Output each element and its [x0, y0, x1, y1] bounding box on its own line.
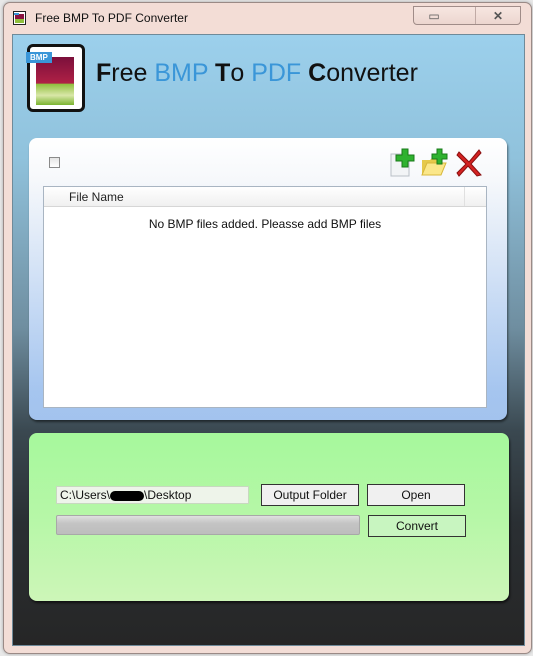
- redacted-username: [110, 490, 145, 501]
- app-window: Free BMP To PDF Converter ▭ ✕ BMP Free B…: [3, 2, 532, 654]
- app-icon: [13, 11, 26, 25]
- output-path-suffix: \Desktop: [144, 488, 192, 502]
- heading-t: T: [215, 59, 231, 87]
- conversion-panel: C:\Users\ \Desktop Output Folder Open Con…: [29, 433, 509, 601]
- heading-o: o: [230, 59, 252, 87]
- app-heading: Free BMP To PDF Converter: [96, 59, 418, 88]
- client-area: BMP Free BMP To PDF Converter File Name: [12, 34, 525, 646]
- heading-onverter: onverter: [326, 59, 418, 87]
- title-bar[interactable]: Free BMP To PDF Converter ▭ ✕: [4, 3, 531, 33]
- grid-header: File Name: [44, 187, 486, 207]
- bmp-logo: BMP: [26, 44, 85, 112]
- window-controls: ▭ ✕: [413, 6, 521, 25]
- delete-icon[interactable]: [454, 148, 484, 178]
- output-path-prefix: C:\Users\: [60, 488, 111, 502]
- heading-bmp: BMP: [154, 59, 216, 87]
- heading-pdf: PDF: [251, 59, 309, 87]
- close-button[interactable]: ✕: [475, 7, 520, 24]
- close-icon: ✕: [492, 8, 504, 23]
- minimize-button[interactable]: ▭: [414, 7, 454, 24]
- add-file-icon[interactable]: [387, 148, 417, 178]
- file-grid[interactable]: File Name No BMP files added. Pleasse ad…: [43, 186, 487, 408]
- logo-tag: BMP: [26, 52, 52, 63]
- column-separator[interactable]: [464, 187, 465, 206]
- column-file-name[interactable]: File Name: [69, 190, 124, 204]
- open-button[interactable]: Open: [367, 484, 465, 506]
- conversion-progress-bar: [56, 515, 360, 535]
- heading-ree: ree: [111, 59, 155, 87]
- heading-f: F: [96, 59, 112, 87]
- window-title: Free BMP To PDF Converter: [35, 11, 188, 25]
- empty-list-message: No BMP files added. Pleasse add BMP file…: [148, 217, 382, 231]
- file-list-panel: File Name No BMP files added. Pleasse ad…: [29, 138, 507, 420]
- convert-button[interactable]: Convert: [368, 515, 466, 537]
- output-path-field[interactable]: C:\Users\ \Desktop: [56, 486, 249, 504]
- logo-image-icon: [36, 57, 74, 105]
- heading-c: C: [308, 59, 327, 87]
- minimize-icon: ▭: [428, 8, 440, 23]
- output-folder-button[interactable]: Output Folder: [261, 484, 359, 506]
- add-folder-icon[interactable]: [420, 148, 450, 178]
- select-all-checkbox[interactable]: [49, 157, 60, 168]
